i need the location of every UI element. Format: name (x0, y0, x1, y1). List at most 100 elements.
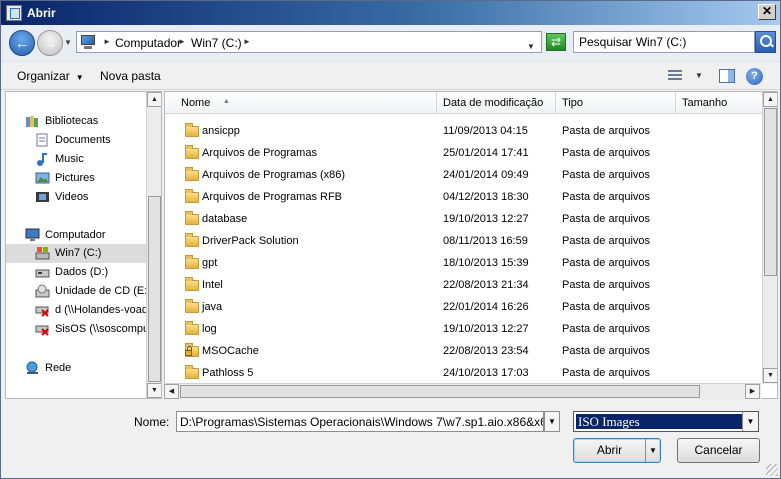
breadcrumb-separator-icon[interactable]: ► (178, 37, 186, 46)
column-size-header[interactable]: Tamanho (676, 92, 762, 114)
sidebar-item-label: Videos (55, 191, 89, 203)
breadcrumb-separator-icon[interactable]: ► (103, 37, 111, 46)
table-row[interactable]: gpt 18/10/2013 15:39 Pasta de arquivos (165, 252, 762, 274)
column-type-header[interactable]: Tipo (556, 92, 676, 114)
sidebar-item-libraries[interactable]: Bibliotecas (6, 112, 148, 131)
scroll-up-icon[interactable]: ▲ (763, 92, 777, 107)
new-folder-button[interactable]: Nova pasta (100, 69, 161, 83)
file-type: Pasta de arquivos (562, 367, 651, 379)
folder-icon (185, 365, 200, 379)
search-input[interactable]: Pesquisar Win7 (C:) (573, 31, 755, 53)
breadcrumb-computer[interactable]: Computador (115, 36, 181, 50)
cd-drive-icon (35, 284, 50, 298)
file-type: Pasta de arquivos (562, 169, 651, 181)
view-options-chevron-icon[interactable]: ▼ (695, 71, 703, 80)
sidebar-item-network-drive-d[interactable]: d (\\Holandes-voador) (6, 301, 148, 320)
table-row[interactable]: java 22/01/2014 16:26 Pasta de arquivos (165, 296, 762, 318)
sidebar-item-cd-drive[interactable]: Unidade de CD (E:) (6, 282, 148, 301)
address-row: ← → ▼ ► Computador ► Win7 (C:) ► ▼ ⇄ Pes… (1, 25, 780, 61)
table-row[interactable]: MSOCache 22/08/2013 23:54 Pasta de arquivo… (165, 340, 762, 362)
scroll-thumb[interactable] (148, 196, 161, 382)
sidebar-item-drive-c[interactable]: Win7 (C:) (6, 244, 148, 263)
file-type-filter[interactable]: ISO Images ▼ (573, 411, 759, 432)
sidebar-item-drive-d[interactable]: Dados (D:) (6, 263, 148, 282)
preview-pane-icon[interactable] (719, 69, 735, 83)
sort-ascending-icon: ▲ (223, 98, 230, 105)
folder-icon (185, 233, 200, 247)
file-type: Pasta de arquivos (562, 191, 651, 203)
file-list-horizontal-scrollbar[interactable]: ◀ ▶ (164, 383, 761, 399)
navigation-scrollbar[interactable]: ▲ ▼ (146, 92, 161, 398)
scroll-left-icon[interactable]: ◀ (164, 384, 179, 399)
file-list-vertical-scrollbar[interactable]: ▲ ▼ (762, 92, 777, 384)
libraries-icon (25, 114, 40, 128)
sidebar-item-label: Documents (55, 134, 111, 146)
file-name: database (202, 213, 248, 225)
file-name-label: Nome: (134, 415, 170, 429)
table-row[interactable]: Pathloss 5 24/10/2013 17:03 Pasta de arqui… (165, 362, 762, 384)
scroll-up-icon[interactable]: ▲ (147, 92, 161, 107)
address-history-chevron-icon[interactable]: ▼ (527, 42, 535, 51)
scroll-down-icon[interactable]: ▼ (763, 368, 777, 383)
open-button[interactable]: Abrir ▼ (573, 438, 661, 463)
close-button[interactable]: ✕ (758, 4, 776, 20)
sidebar-item-label: Pictures (55, 172, 95, 184)
forward-button[interactable]: → (37, 30, 63, 56)
sidebar-item-label: Unidade de CD (E:) (55, 285, 148, 297)
address-bar[interactable]: ► Computador ► Win7 (C:) ► ▼ (76, 31, 542, 53)
table-row[interactable]: DriverPack Solution 08/11/2013 16:59 Pasta… (165, 230, 762, 252)
breadcrumb-drive-c[interactable]: Win7 (C:) (191, 36, 242, 50)
chevron-down-icon[interactable]: ▼ (742, 412, 758, 431)
sidebar-item-label: Computador (45, 229, 106, 241)
table-row[interactable]: Arquivos de Programas 25/01/2014 17:41 Pas… (165, 142, 762, 164)
open-options-chevron-icon[interactable]: ▼ (645, 439, 660, 462)
organize-button[interactable]: Organizar ▼ (17, 69, 84, 83)
file-date: 22/08/2013 21:34 (443, 279, 529, 291)
back-button[interactable]: ← (9, 30, 35, 56)
title-bar[interactable]: Abrir ✕ (1, 1, 780, 25)
file-type-filter-value: ISO Images (576, 414, 742, 429)
table-row[interactable]: Intel 22/08/2013 21:34 Pasta de arquivos (165, 274, 762, 296)
cancel-button[interactable]: Cancelar (677, 438, 760, 463)
sidebar-item-videos[interactable]: Videos (6, 188, 148, 207)
sidebar-item-documents[interactable]: Documents (6, 131, 148, 150)
resize-grip-icon[interactable] (766, 464, 778, 476)
search-icon[interactable] (755, 31, 776, 53)
column-date-header[interactable]: Data de modificação (437, 92, 556, 114)
scroll-thumb[interactable] (180, 385, 700, 398)
table-row[interactable]: database 19/10/2013 12:27 Pasta de arquivo… (165, 208, 762, 230)
file-name: log (202, 323, 217, 335)
help-icon[interactable]: ? (746, 68, 763, 85)
file-name: Intel (202, 279, 223, 291)
sidebar-item-pictures[interactable]: Pictures (6, 169, 148, 188)
sidebar-item-network-drive-sisos[interactable]: SisOS (\\soscomputer) (6, 320, 148, 339)
table-row[interactable]: log 19/10/2013 12:27 Pasta de arquivos (165, 318, 762, 340)
command-bar: Organizar ▼ Nova pasta ▼ ? (1, 61, 780, 90)
scroll-down-icon[interactable]: ▼ (147, 383, 161, 398)
scroll-right-icon[interactable]: ▶ (745, 384, 760, 399)
music-icon (35, 152, 50, 166)
sidebar-item-computer[interactable]: Computador (6, 226, 148, 245)
scroll-thumb[interactable] (764, 108, 777, 276)
file-date: 25/01/2014 17:41 (443, 147, 529, 159)
file-type: Pasta de arquivos (562, 235, 651, 247)
column-name-header[interactable]: Nome ▲ (175, 92, 437, 114)
file-date: 24/10/2013 17:03 (443, 367, 529, 379)
refresh-button[interactable]: ⇄ (546, 33, 566, 51)
file-date: 11/09/2013 04:15 (443, 125, 528, 137)
table-row[interactable]: Arquivos de Programas (x86) 24/01/2014 09… (165, 164, 762, 186)
file-date: 08/11/2013 16:59 (443, 235, 528, 247)
breadcrumb-separator-icon[interactable]: ► (243, 37, 251, 46)
sidebar-item-music[interactable]: Music (6, 150, 148, 169)
open-file-dialog: Abrir ✕ ← → ▼ ► Computador ► Win7 (C:) ►… (0, 0, 781, 479)
view-options-icon[interactable] (668, 70, 682, 82)
table-row[interactable]: Arquivos de Programas RFB 04/12/2013 18:3… (165, 186, 762, 208)
sidebar-item-network[interactable]: Rede (6, 359, 148, 378)
table-row[interactable]: ansicpp 11/09/2013 04:15 Pasta de arquivos (165, 120, 762, 142)
file-name-input[interactable]: D:\Programas\Sistemas Operacionais\Windo… (176, 411, 544, 432)
file-type: Pasta de arquivos (562, 125, 651, 137)
file-date: 19/10/2013 12:27 (443, 323, 529, 335)
file-date: 18/10/2013 15:39 (443, 257, 529, 269)
file-name-chevron-down-icon[interactable]: ▼ (544, 411, 560, 432)
recent-pages-chevron-icon[interactable]: ▼ (64, 38, 74, 48)
